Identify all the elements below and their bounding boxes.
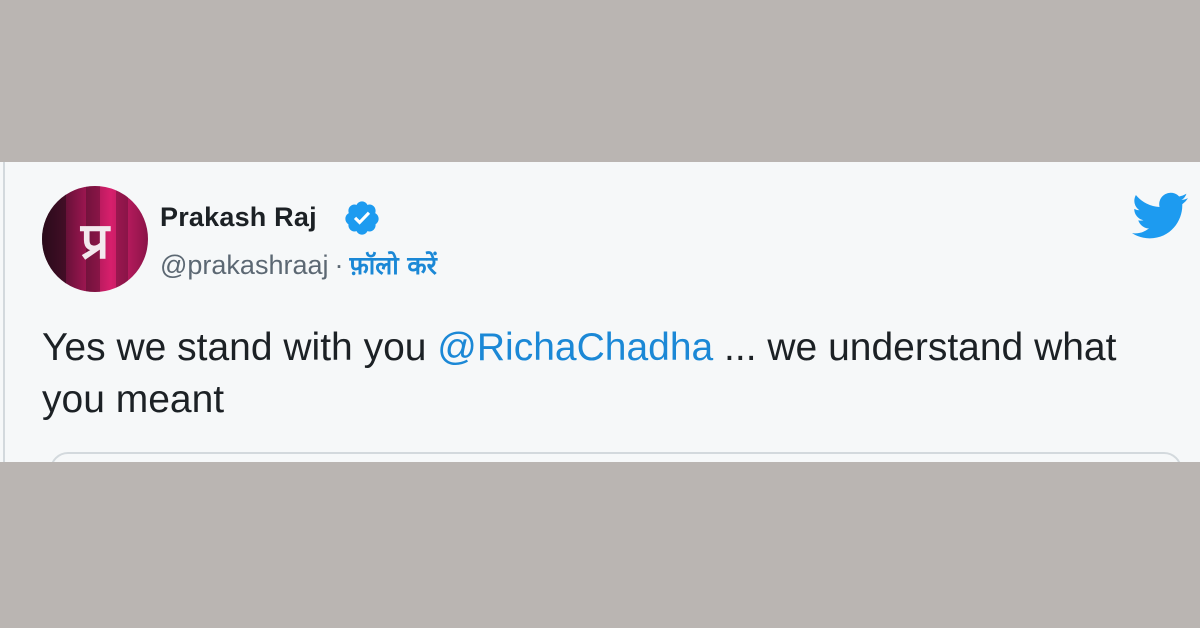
- tweet-text: Yes we stand with you @RichaChadha ... w…: [42, 322, 1172, 426]
- author-display-name[interactable]: Prakash Raj: [160, 202, 317, 233]
- background-top: [0, 0, 1200, 162]
- avatar-logo-glyph: प्र: [80, 211, 111, 270]
- twitter-bird-icon[interactable]: [1132, 192, 1188, 240]
- tweet-text-part: Yes we stand with you: [42, 326, 438, 369]
- embedded-card-edge[interactable]: [50, 452, 1182, 462]
- avatar[interactable]: प्र: [42, 186, 148, 292]
- card-border: [3, 162, 5, 462]
- tweet-card[interactable]: प्र Prakash Raj @prakashraaj · फ़ॉलो करें …: [0, 162, 1200, 462]
- follow-link[interactable]: फ़ॉलो करें: [350, 251, 437, 280]
- avatar-image: प्र: [42, 186, 148, 292]
- verified-badge-icon: [345, 201, 379, 235]
- author-handle-row: @prakashraaj · फ़ॉलो करें: [160, 248, 437, 282]
- mention-link[interactable]: @RichaChadha: [437, 326, 713, 369]
- author-handle[interactable]: @prakashraaj: [160, 250, 329, 280]
- separator-dot: ·: [334, 250, 344, 280]
- background-bottom: [0, 462, 1200, 628]
